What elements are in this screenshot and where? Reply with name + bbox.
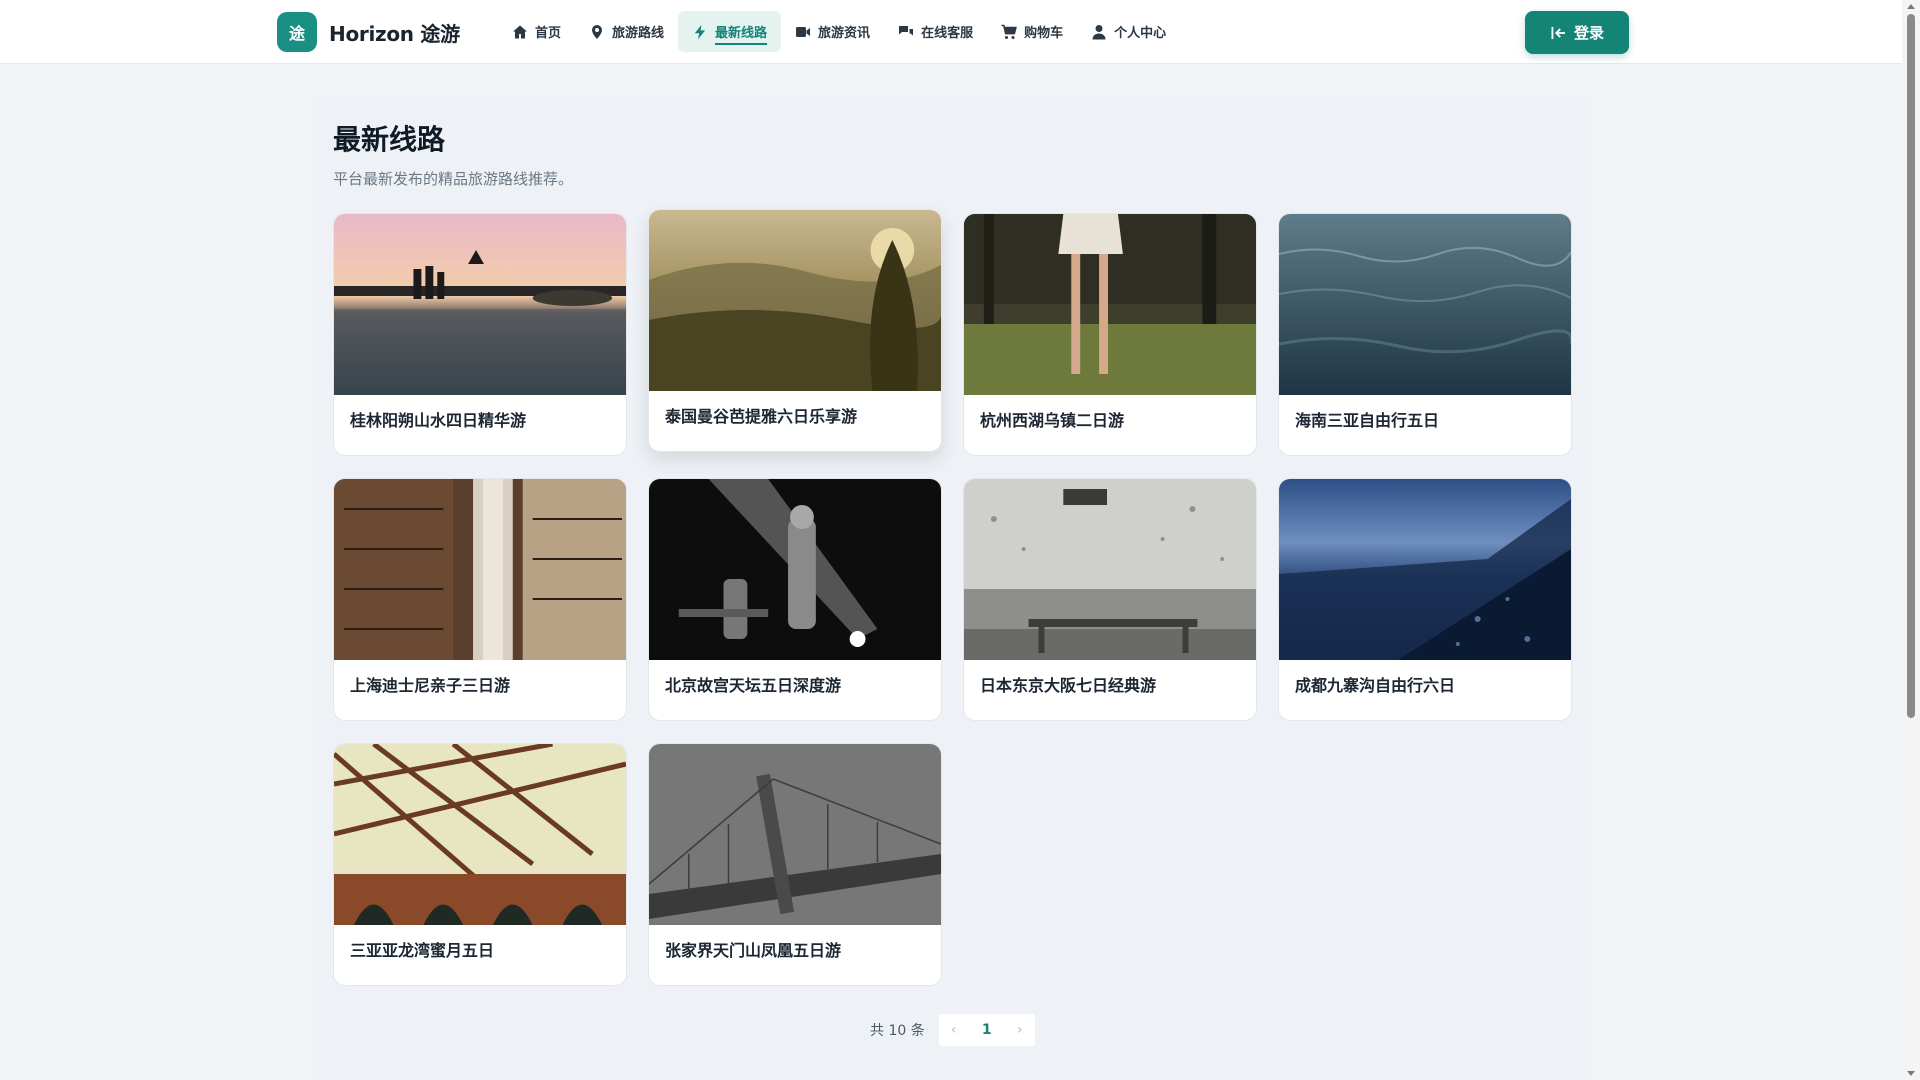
nav-item-service[interactable]: 在线客服 <box>884 11 987 52</box>
login-icon <box>1550 25 1566 41</box>
next-page-button[interactable]: › <box>1005 1014 1035 1046</box>
route-card[interactable]: 泰国曼谷芭提雅六日乐享游 <box>648 209 942 452</box>
route-title: 三亚亚龙湾蜜月五日 <box>350 941 495 960</box>
route-title: 北京故宫天坛五日深度游 <box>665 676 842 695</box>
nav-item-cart[interactable]: 购物车 <box>987 11 1077 52</box>
nav-item-routes[interactable]: 旅游路线 <box>575 11 678 52</box>
nav-label: 购物车 <box>1024 26 1064 41</box>
route-image <box>1279 479 1571 660</box>
route-card[interactable]: 张家界天门山凤凰五日游 <box>648 743 942 986</box>
login-button[interactable]: 登录 <box>1525 11 1629 54</box>
route-image <box>1279 214 1571 395</box>
nav-label: 首页 <box>535 26 562 41</box>
route-title: 上海迪士尼亲子三日游 <box>350 676 511 695</box>
route-card[interactable]: 成都九寨沟自由行六日 <box>1278 478 1572 721</box>
pagination: 共 10 条 ‹ 1 › <box>870 1014 1035 1046</box>
user-icon <box>1091 24 1107 40</box>
page-subtitle: 平台最新发布的精品旅游路线推荐。 <box>333 170 574 188</box>
map-pin-icon <box>589 24 605 40</box>
route-image <box>334 214 626 395</box>
route-card[interactable]: 北京故宫天坛五日深度游 <box>648 478 942 721</box>
nav-label: 个人中心 <box>1114 26 1167 41</box>
route-title: 成都九寨沟自由行六日 <box>1295 676 1456 695</box>
route-card[interactable]: 上海迪士尼亲子三日游 <box>333 478 627 721</box>
page-number-1[interactable]: 1 <box>969 1014 1005 1046</box>
route-title: 日本东京大阪七日经典游 <box>980 676 1157 695</box>
route-image <box>334 744 626 925</box>
pagination-total: 共 10 条 <box>870 1023 925 1039</box>
route-title: 桂林阳朔山水四日精华游 <box>350 411 527 430</box>
scroll-down-arrow[interactable] <box>1907 1071 1915 1076</box>
nav-label: 在线客服 <box>921 26 974 41</box>
route-image <box>649 744 941 925</box>
route-image <box>964 479 1256 660</box>
route-image <box>964 214 1256 395</box>
brand-name: Horizon 途游 <box>329 21 460 46</box>
route-image <box>649 210 941 391</box>
home-icon <box>512 24 528 40</box>
route-card[interactable]: 三亚亚龙湾蜜月五日 <box>333 743 627 986</box>
route-card[interactable]: 日本东京大阪七日经典游 <box>963 478 1257 721</box>
content-panel: 最新线路 平台最新发布的精品旅游路线推荐。 桂林阳朔山水四日精华游 泰国曼谷芭提… <box>313 96 1593 1080</box>
cart-icon <box>1001 24 1017 40</box>
nav-label: 旅游资讯 <box>818 26 871 41</box>
bolt-icon <box>692 24 708 40</box>
video-icon <box>795 24 811 40</box>
route-title: 杭州西湖乌镇二日游 <box>980 411 1125 430</box>
scroll-thumb[interactable] <box>1907 14 1915 718</box>
top-header: 途 Horizon 途游 首页 旅游路线 最新线路 旅游资讯 在线客服 购物车 … <box>0 0 1902 64</box>
nav-item-latest[interactable]: 最新线路 <box>678 11 782 52</box>
nav-label: 旅游路线 <box>612 26 665 41</box>
route-card[interactable]: 海南三亚自由行五日 <box>1278 213 1572 456</box>
route-title: 泰国曼谷芭提雅六日乐享游 <box>665 407 858 426</box>
page-scrollbar[interactable] <box>1902 0 1920 1080</box>
route-image <box>334 479 626 660</box>
login-label: 登录 <box>1573 24 1604 42</box>
nav-item-news[interactable]: 旅游资讯 <box>781 11 884 52</box>
nav-item-home[interactable]: 首页 <box>498 11 575 52</box>
prev-page-button[interactable]: ‹ <box>939 1014 969 1046</box>
scroll-up-arrow[interactable] <box>1907 4 1915 9</box>
brand[interactable]: 途 Horizon 途游 <box>277 12 460 52</box>
main-nav: 首页 旅游路线 最新线路 旅游资讯 在线客服 购物车 个人中心 <box>498 11 1180 52</box>
pagination-controls: ‹ 1 › <box>938 1014 1035 1046</box>
route-card[interactable]: 桂林阳朔山水四日精华游 <box>333 213 627 456</box>
brand-logo: 途 <box>277 12 317 52</box>
route-image <box>649 479 941 660</box>
nav-label: 最新线路 <box>715 22 768 45</box>
route-title: 张家界天门山凤凰五日游 <box>665 941 842 960</box>
page-title: 最新线路 <box>333 123 446 156</box>
route-title: 海南三亚自由行五日 <box>1295 411 1440 430</box>
nav-item-profile[interactable]: 个人中心 <box>1077 11 1180 52</box>
chat-icon <box>898 24 914 40</box>
route-card[interactable]: 杭州西湖乌镇二日游 <box>963 213 1257 456</box>
